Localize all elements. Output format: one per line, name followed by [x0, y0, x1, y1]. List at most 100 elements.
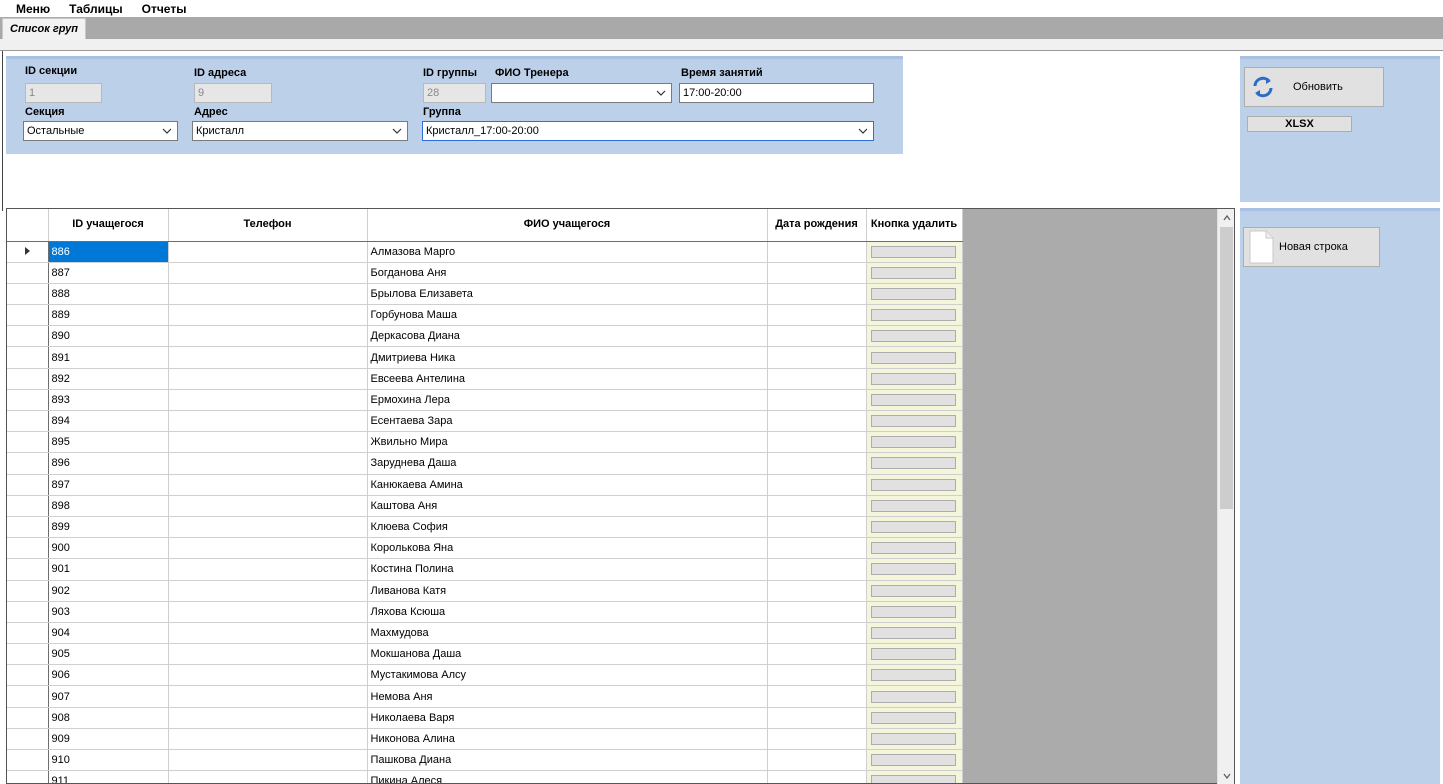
cell-name[interactable]: Мустакимова Алсу: [367, 664, 768, 687]
tab-group-list[interactable]: Список груп: [2, 18, 86, 39]
cell-birth[interactable]: [767, 664, 867, 687]
row-header[interactable]: [7, 643, 49, 666]
cell-phone[interactable]: [168, 346, 368, 369]
table-row[interactable]: 895 Жвильно Мира: [7, 431, 963, 454]
table-row[interactable]: 887 Богданова Аня: [7, 262, 963, 284]
delete-row-button[interactable]: [870, 478, 956, 491]
cell-birth[interactable]: [767, 304, 867, 327]
cell-birth[interactable]: [767, 580, 867, 602]
column-header-id[interactable]: ID учащегося: [48, 209, 169, 242]
cell-birth[interactable]: [767, 685, 867, 708]
cell-birth[interactable]: [767, 643, 867, 666]
column-header-birth[interactable]: Дата рождения: [767, 209, 867, 242]
cell-name[interactable]: Дмитриева Ника: [367, 346, 768, 369]
scroll-up-button[interactable]: [1218, 209, 1235, 226]
cell-birth[interactable]: [767, 516, 867, 539]
cell-id[interactable]: 899: [48, 516, 169, 539]
cell-phone[interactable]: [168, 304, 368, 327]
cell-name[interactable]: Мокшанова Даша: [367, 643, 768, 666]
delete-row-button[interactable]: [870, 521, 956, 534]
cell-phone[interactable]: [168, 452, 368, 475]
row-header[interactable]: [7, 368, 49, 390]
table-row[interactable]: 892 Евсеева Антелина: [7, 368, 963, 390]
cell-phone[interactable]: [168, 495, 368, 517]
cell-name[interactable]: Богданова Аня: [367, 262, 768, 284]
cell-id[interactable]: 892: [48, 368, 169, 390]
table-row[interactable]: 891 Дмитриева Ника: [7, 346, 963, 369]
delete-row-button[interactable]: [870, 626, 956, 639]
delete-row-button[interactable]: [870, 499, 956, 512]
row-header[interactable]: [7, 537, 49, 560]
row-header[interactable]: [7, 346, 49, 369]
row-header[interactable]: [7, 452, 49, 475]
cell-phone[interactable]: [168, 580, 368, 602]
table-row[interactable]: 900 Королькова Яна: [7, 537, 963, 560]
delete-row-button[interactable]: [870, 266, 956, 279]
row-header[interactable]: [7, 516, 49, 539]
cell-name[interactable]: Деркасова Диана: [367, 325, 768, 348]
table-row[interactable]: 894 Есентаева Зара: [7, 410, 963, 433]
cell-name[interactable]: Евсеева Антелина: [367, 368, 768, 390]
section-id-field[interactable]: 1: [25, 83, 102, 103]
cell-id[interactable]: 900: [48, 537, 169, 560]
cell-phone[interactable]: [168, 537, 368, 560]
table-row[interactable]: 909 Никонова Алина: [7, 728, 963, 751]
cell-id[interactable]: 908: [48, 707, 169, 729]
cell-phone[interactable]: [168, 389, 368, 412]
table-row[interactable]: 901 Костина Полина: [7, 558, 963, 581]
cell-phone[interactable]: [168, 601, 368, 623]
cell-birth[interactable]: [767, 474, 867, 496]
cell-phone[interactable]: [168, 262, 368, 284]
table-row[interactable]: 898 Каштова Аня: [7, 495, 963, 517]
table-row[interactable]: 908 Николаева Варя: [7, 707, 963, 729]
table-row[interactable]: 910 Пашкова Диана: [7, 749, 963, 772]
delete-row-button[interactable]: [870, 393, 956, 406]
refresh-button[interactable]: Обновить: [1244, 67, 1384, 107]
cell-name[interactable]: Брылова Елизавета: [367, 283, 768, 306]
table-row[interactable]: 890 Деркасова Диана: [7, 325, 963, 348]
group-id-field[interactable]: 28: [423, 83, 486, 103]
cell-id[interactable]: 887: [48, 262, 169, 284]
table-row[interactable]: 896 Заруднева Даша: [7, 452, 963, 475]
row-header[interactable]: [7, 580, 49, 602]
menu-item-reports[interactable]: Отчеты: [142, 2, 187, 16]
cell-phone[interactable]: [168, 622, 368, 645]
cell-name[interactable]: Есентаева Зара: [367, 410, 768, 433]
cell-id[interactable]: 886: [48, 241, 169, 263]
table-row[interactable]: 889 Горбунова Маша: [7, 304, 963, 327]
cell-birth[interactable]: [767, 770, 867, 783]
cell-phone[interactable]: [168, 368, 368, 390]
column-header-name[interactable]: ФИО учащегося: [367, 209, 768, 242]
cell-birth[interactable]: [767, 707, 867, 729]
cell-name[interactable]: Костина Полина: [367, 558, 768, 581]
table-row[interactable]: 899 Клюева София: [7, 516, 963, 539]
cell-name[interactable]: Махмудова: [367, 622, 768, 645]
cell-phone[interactable]: [168, 558, 368, 581]
cell-phone[interactable]: [168, 325, 368, 348]
table-row[interactable]: 904 Махмудова: [7, 622, 963, 645]
cell-name[interactable]: Алмазова Марго: [367, 241, 768, 263]
cell-birth[interactable]: [767, 325, 867, 348]
cell-name[interactable]: Пикина Алеся: [367, 770, 768, 783]
address-id-field[interactable]: 9: [194, 83, 272, 103]
delete-row-button[interactable]: [870, 245, 956, 258]
students-grid[interactable]: ID учащегося Телефон ФИО учащегося Дата …: [6, 208, 1235, 784]
cell-id[interactable]: 909: [48, 728, 169, 751]
cell-phone[interactable]: [168, 410, 368, 433]
cell-name[interactable]: Заруднева Даша: [367, 452, 768, 475]
section-combobox[interactable]: Остальные: [23, 121, 178, 141]
table-row[interactable]: 897 Канюкаева Амина: [7, 474, 963, 496]
cell-name[interactable]: Ливанова Катя: [367, 580, 768, 602]
cell-id[interactable]: 903: [48, 601, 169, 623]
cell-id[interactable]: 893: [48, 389, 169, 412]
row-header[interactable]: [7, 558, 49, 581]
cell-id[interactable]: 895: [48, 431, 169, 454]
delete-row-button[interactable]: [870, 605, 956, 618]
delete-row-button[interactable]: [870, 648, 956, 661]
cell-name[interactable]: Канюкаева Амина: [367, 474, 768, 496]
new-row-button[interactable]: Новая строка: [1243, 227, 1380, 267]
cell-birth[interactable]: [767, 389, 867, 412]
cell-phone[interactable]: [168, 241, 368, 263]
table-row[interactable]: 903 Ляхова Ксюша: [7, 601, 963, 623]
table-row[interactable]: 907 Немова Аня: [7, 685, 963, 708]
